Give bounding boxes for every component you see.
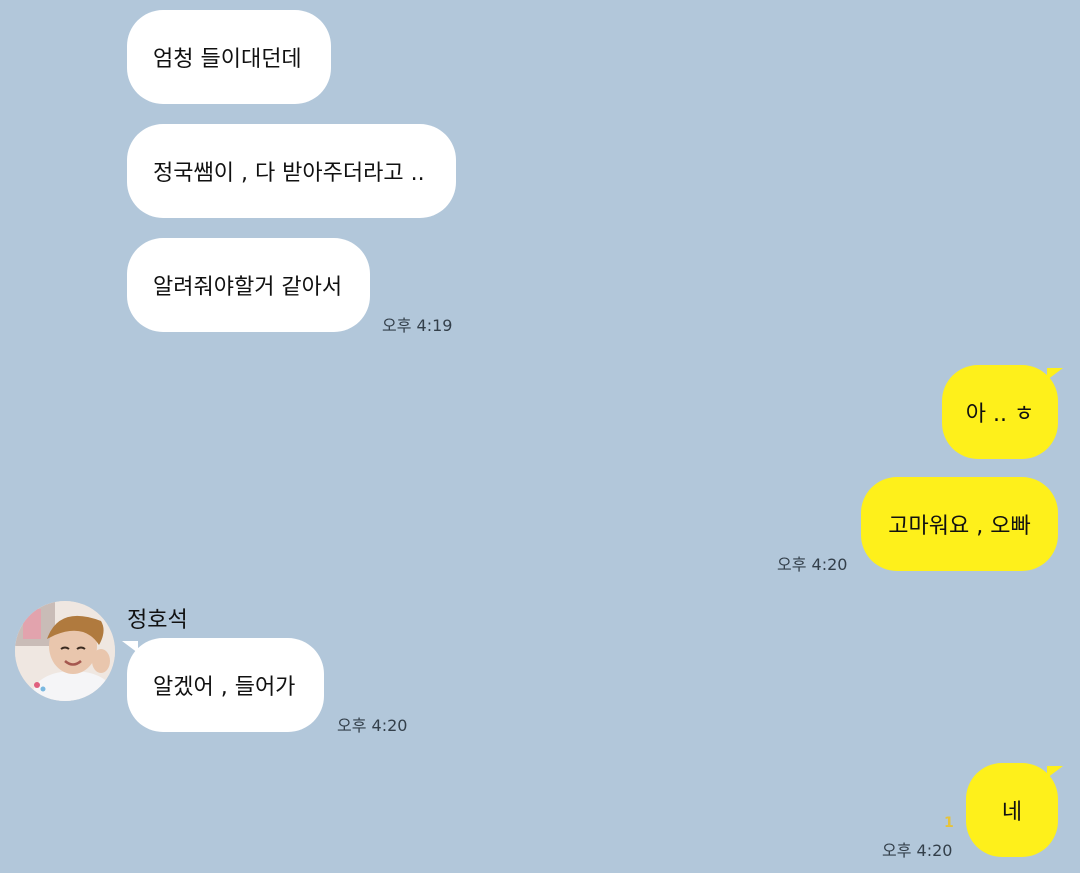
bubble-tail (122, 641, 138, 653)
message-text: 엄청 들이대던데 (153, 47, 302, 72)
bubble-tail (1047, 368, 1063, 380)
message-bubble-outgoing[interactable]: 네 (966, 763, 1058, 857)
profile-photo (15, 601, 115, 701)
avatar[interactable] (15, 601, 115, 701)
sender-name[interactable]: 정호석 (127, 602, 188, 634)
message-timestamp: 오후 4:20 (337, 716, 408, 735)
message-bubble-incoming[interactable]: 엄청 들이대던데 (127, 10, 331, 104)
message-text: 알겠어 , 들어가 (153, 675, 296, 700)
message-bubble-incoming[interactable]: 알겠어 , 들어가 (127, 638, 324, 732)
message-bubble-incoming[interactable]: 알려줘야할거 같아서 (127, 238, 370, 332)
message-text: 알려줘야할거 같아서 (153, 275, 343, 300)
message-text: 고마워요 , 오빠 (888, 514, 1031, 539)
unread-count-badge: 1 (944, 815, 954, 831)
message-bubble-incoming[interactable]: 정국쌤이 , 다 받아주더라고 .. (127, 124, 456, 218)
message-text: 정국쌤이 , 다 받아주더라고 .. (153, 161, 425, 186)
message-timestamp: 오후 4:20 (882, 841, 953, 860)
message-timestamp: 오후 4:19 (382, 316, 453, 335)
message-bubble-outgoing[interactable]: 고마워요 , 오빠 (861, 477, 1058, 571)
message-timestamp: 오후 4:20 (777, 555, 848, 574)
bubble-tail (1047, 766, 1063, 778)
message-bubble-outgoing[interactable]: 아 .. ㅎ (942, 365, 1058, 459)
message-text: 네 (1001, 800, 1023, 825)
message-text: 아 .. ㅎ (965, 402, 1035, 427)
